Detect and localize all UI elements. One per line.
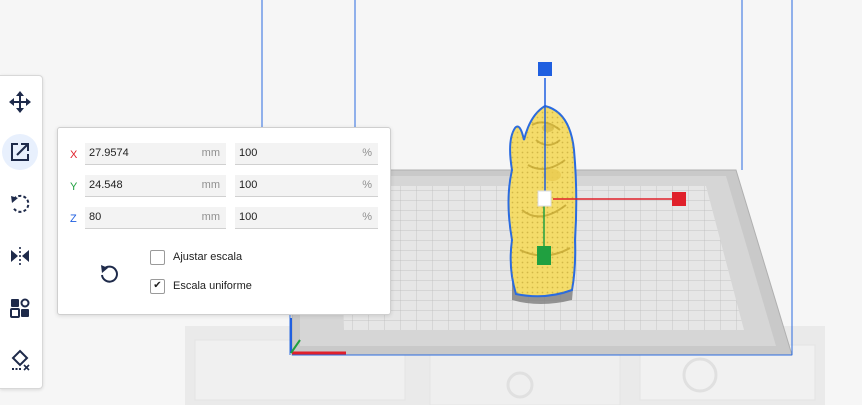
scale-handle-x[interactable]	[672, 192, 686, 206]
width-mm-value: 27.9574	[89, 147, 129, 159]
width-mm-input[interactable]: 27.9574 mm	[85, 143, 226, 165]
axis-label-x: X	[70, 149, 78, 161]
scale-handle-center[interactable]	[537, 190, 552, 207]
per-model-settings-tool-button[interactable]	[2, 290, 38, 326]
width-mm-unit: mm	[201, 147, 220, 159]
undo-icon	[101, 265, 118, 283]
height-mm-unit: mm	[201, 211, 220, 223]
depth-percent-input[interactable]: 100 %	[235, 175, 378, 197]
depth-mm-unit: mm	[201, 179, 220, 191]
move-icon	[9, 91, 31, 113]
depth-percent-value: 100	[239, 179, 258, 191]
scale-handle-y[interactable]	[537, 246, 551, 265]
axis-label-y: Y	[70, 181, 78, 193]
scale-icon	[11, 143, 29, 161]
snap-scaling-checkbox[interactable]: Ajustar escala	[150, 248, 242, 266]
depth-mm-input[interactable]: 24.548 mm	[85, 175, 226, 197]
axis-label-z: Z	[70, 213, 77, 225]
move-tool-button[interactable]	[2, 84, 38, 120]
depth-mm-value: 24.548	[89, 179, 123, 191]
uniform-scaling-check-box[interactable]: ✔	[150, 278, 165, 294]
uniform-scaling-checkbox[interactable]: ✔ Escala uniforme	[150, 277, 252, 295]
support-blocker-tool-button[interactable]	[2, 342, 38, 378]
height-percent-unit: %	[362, 211, 372, 223]
per-model-settings-icon	[10, 298, 30, 318]
width-percent-value: 100	[239, 147, 258, 159]
scale-handle-z[interactable]	[538, 62, 552, 76]
height-percent-input[interactable]: 100 %	[235, 207, 378, 229]
height-percent-value: 100	[239, 211, 258, 223]
height-mm-value: 80	[89, 211, 102, 223]
mirror-tool-button[interactable]	[2, 238, 38, 274]
height-mm-input[interactable]: 80 mm	[85, 207, 226, 229]
rotate-icon	[11, 194, 30, 213]
width-percent-input[interactable]: 100 %	[235, 143, 378, 165]
mirror-icon	[11, 247, 29, 265]
scale-tool-button[interactable]	[2, 134, 38, 170]
rotate-tool-button[interactable]	[2, 186, 38, 222]
support-blocker-icon	[11, 349, 30, 371]
cura-3d-viewport[interactable]: X 27.9574 mm 100 % Y 24.548 mm 100 % Z 8…	[0, 0, 862, 405]
snap-scaling-check-box[interactable]	[150, 249, 165, 265]
reset-scale-button[interactable]	[96, 260, 122, 286]
width-percent-unit: %	[362, 147, 372, 159]
tool-panel	[0, 75, 43, 389]
depth-percent-unit: %	[362, 179, 372, 191]
snap-scaling-label: Ajustar escala	[173, 251, 243, 263]
uniform-scaling-label: Escala uniforme	[173, 280, 252, 292]
scale-settings-panel: X 27.9574 mm 100 % Y 24.548 mm 100 % Z 8…	[57, 127, 391, 315]
